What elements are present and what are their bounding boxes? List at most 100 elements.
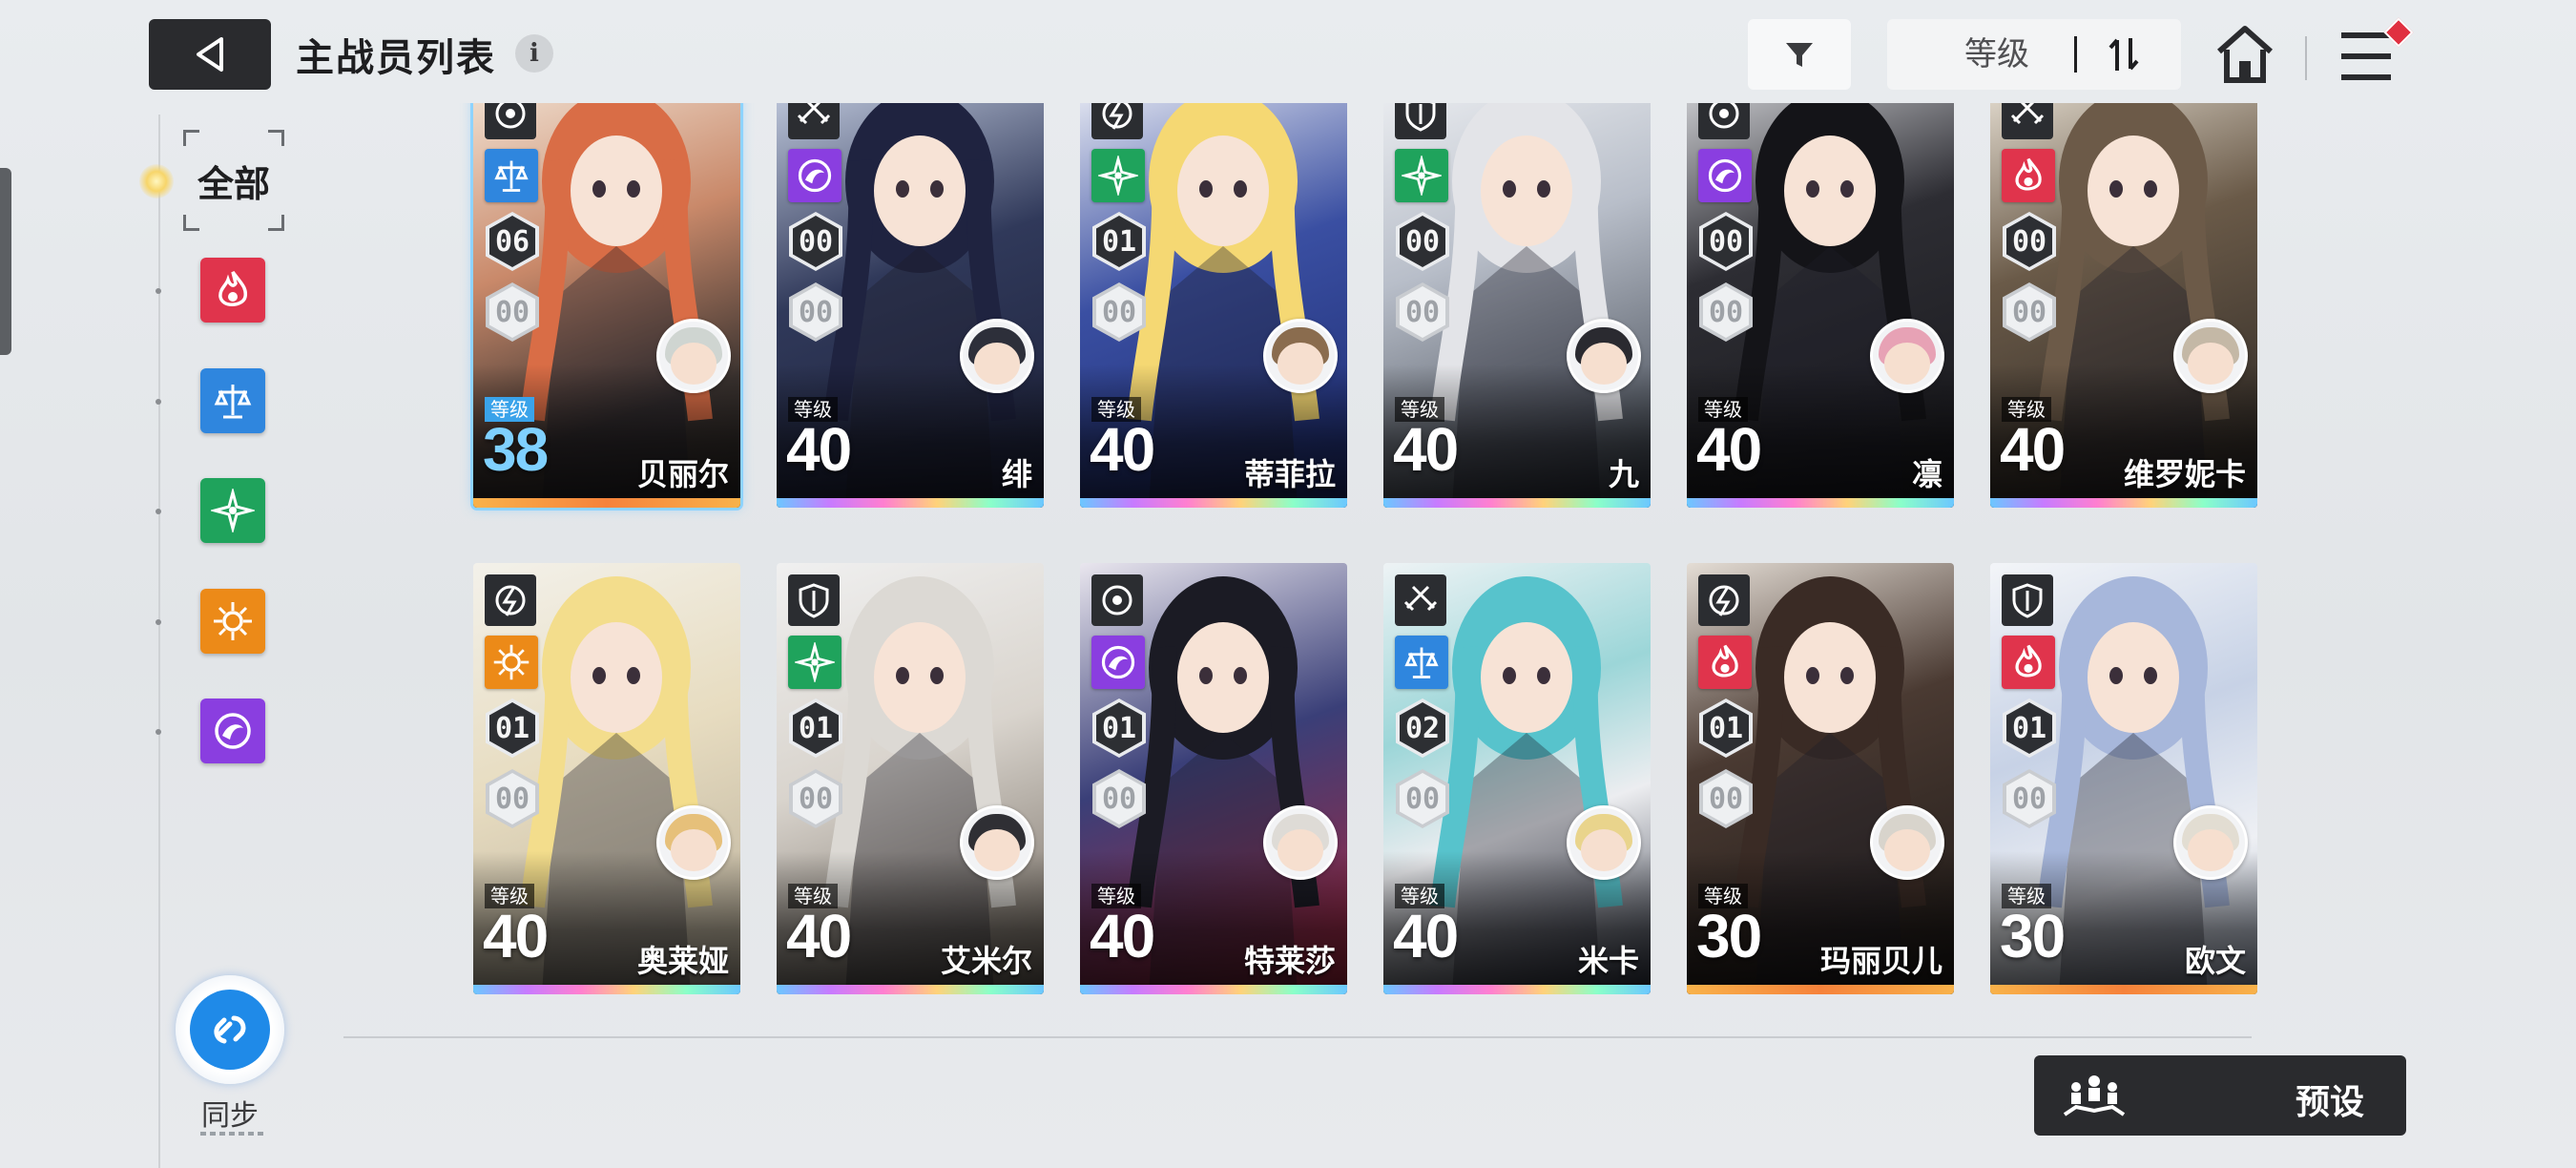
character-card[interactable]: 00 00 等级 40 绯 bbox=[777, 103, 1044, 508]
sidebar-divider bbox=[158, 115, 160, 1168]
rank-value: 01 bbox=[793, 702, 839, 754]
companion-avatar bbox=[1567, 319, 1641, 393]
electric-element-icon bbox=[1395, 636, 1448, 689]
level-value: 38 bbox=[483, 415, 549, 484]
attacker-class-icon bbox=[788, 103, 840, 139]
filter-icon bbox=[1786, 43, 1813, 67]
burn-element-icon bbox=[2002, 636, 2055, 689]
character-grid[interactable]: 06 00 等级 38 贝丽尔 00 00 等级 40 绯 01 00 等级 40 蒂菲拉 00 00 等级 40 九… bbox=[448, 103, 2290, 1038]
rank-value: 00 bbox=[1400, 216, 1445, 267]
rarity-bar bbox=[1990, 985, 2257, 994]
grid-divider bbox=[343, 1036, 2252, 1038]
level-value: 40 bbox=[786, 902, 852, 970]
sync-label: 同步 bbox=[201, 1099, 259, 1133]
sort-dropdown[interactable]: 等级 bbox=[1887, 19, 2181, 90]
burn-element-icon bbox=[218, 270, 248, 306]
rank-value: 00 bbox=[1703, 216, 1749, 267]
electric-element-icon bbox=[485, 149, 538, 202]
filter-iron-button[interactable] bbox=[200, 589, 265, 654]
level-value: 40 bbox=[1393, 902, 1459, 970]
selected-indicator bbox=[139, 164, 174, 198]
team-preset-icon bbox=[2063, 1075, 2126, 1116]
attacker-class-icon bbox=[1395, 574, 1446, 626]
attacker-class-icon bbox=[2002, 103, 2053, 139]
preset-button[interactable]: 预设 bbox=[2034, 1055, 2406, 1136]
companion-avatar bbox=[1870, 805, 1944, 880]
level-value: 40 bbox=[1696, 415, 1762, 484]
level-value: 30 bbox=[2000, 902, 2066, 970]
character-name: 特莱莎 bbox=[1243, 943, 1336, 979]
level-value: 40 bbox=[1393, 415, 1459, 484]
sub-rank-value: 00 bbox=[1400, 286, 1445, 338]
rarity-bar bbox=[1080, 985, 1347, 994]
filter-wind-button[interactable] bbox=[200, 478, 265, 543]
sub-rank-value: 00 bbox=[1400, 773, 1445, 824]
character-name: 玛丽贝儿 bbox=[1819, 943, 1942, 979]
companion-avatar bbox=[2173, 805, 2248, 880]
rank-value: 06 bbox=[489, 216, 535, 267]
top-divider bbox=[2305, 36, 2307, 80]
level-value: 40 bbox=[1090, 415, 1155, 484]
rarity-bar bbox=[1687, 985, 1954, 994]
rank-value: 01 bbox=[2006, 702, 2052, 754]
character-card[interactable]: 06 00 等级 38 贝丽尔 bbox=[473, 103, 740, 508]
character-card[interactable]: 00 00 等级 40 九 bbox=[1383, 103, 1651, 508]
page-title: 主战员列表 bbox=[296, 36, 496, 80]
sidebar-tick bbox=[156, 399, 161, 405]
support-class-icon bbox=[1091, 574, 1143, 626]
character-card[interactable]: 00 00 等级 40 凛 bbox=[1687, 103, 1954, 508]
character-card[interactable]: 01 00 等级 30 玛丽贝儿 bbox=[1687, 563, 1954, 994]
sort-order-icon[interactable] bbox=[2101, 32, 2149, 76]
back-button[interactable] bbox=[149, 19, 271, 90]
character-name: 欧文 bbox=[2184, 943, 2246, 979]
edge-handle[interactable] bbox=[0, 168, 11, 355]
character-name: 绯 bbox=[1001, 456, 1032, 492]
character-name: 九 bbox=[1608, 456, 1639, 492]
companion-avatar bbox=[1263, 805, 1338, 880]
sub-rank-value: 00 bbox=[1096, 773, 1142, 824]
sniper-class-icon bbox=[1698, 574, 1750, 626]
water-element-icon bbox=[215, 713, 251, 749]
rarity-bar bbox=[1383, 498, 1651, 508]
filter-burn-button[interactable] bbox=[200, 258, 265, 323]
corner-mark bbox=[183, 215, 199, 231]
character-card[interactable]: 01 00 等级 40 艾米尔 bbox=[777, 563, 1044, 994]
companion-avatar bbox=[656, 319, 731, 393]
companion-avatar bbox=[656, 805, 731, 880]
corner-mark bbox=[268, 130, 284, 146]
water-element-icon bbox=[1698, 149, 1752, 202]
sub-rank-value: 00 bbox=[489, 773, 535, 824]
sub-rank-value: 00 bbox=[1096, 286, 1142, 338]
companion-avatar bbox=[1567, 805, 1641, 880]
filter-all-button[interactable]: 全部 bbox=[183, 130, 284, 231]
iron-element-icon bbox=[485, 636, 538, 689]
sync-button[interactable] bbox=[176, 975, 284, 1084]
companion-avatar bbox=[960, 319, 1034, 393]
filter-all-label: 全部 bbox=[197, 163, 270, 205]
sub-rank-value: 00 bbox=[793, 286, 839, 338]
companion-avatar bbox=[960, 805, 1034, 880]
character-card[interactable]: 01 00 等级 40 特莱莎 bbox=[1080, 563, 1347, 994]
character-name: 米卡 bbox=[1577, 943, 1639, 979]
character-name: 贝丽尔 bbox=[636, 456, 729, 492]
sub-rank-value: 00 bbox=[793, 773, 839, 824]
sidebar-tick bbox=[156, 729, 161, 735]
sync-icon bbox=[190, 990, 270, 1070]
character-card[interactable]: 01 00 等级 30 欧文 bbox=[1990, 563, 2257, 994]
corner-mark bbox=[268, 215, 284, 231]
filter-water-button[interactable] bbox=[200, 699, 265, 763]
home-icon[interactable] bbox=[2212, 21, 2278, 88]
filter-button[interactable] bbox=[1748, 19, 1851, 90]
character-name: 艾米尔 bbox=[940, 943, 1032, 979]
wind-element-icon bbox=[1091, 149, 1145, 202]
guardian-class-icon bbox=[2002, 574, 2053, 626]
filter-electric-button[interactable] bbox=[200, 368, 265, 433]
rarity-bar bbox=[1687, 498, 1954, 508]
character-card[interactable]: 01 00 等级 40 蒂菲拉 bbox=[1080, 103, 1347, 508]
info-icon[interactable]: i bbox=[515, 34, 553, 73]
iron-element-icon bbox=[214, 602, 252, 640]
character-card[interactable]: 02 00 等级 40 米卡 bbox=[1383, 563, 1651, 994]
level-value: 40 bbox=[786, 415, 852, 484]
character-card[interactable]: 01 00 等级 40 奥莱娅 bbox=[473, 563, 740, 994]
character-card[interactable]: 00 00 等级 40 维罗妮卡 bbox=[1990, 103, 2257, 508]
